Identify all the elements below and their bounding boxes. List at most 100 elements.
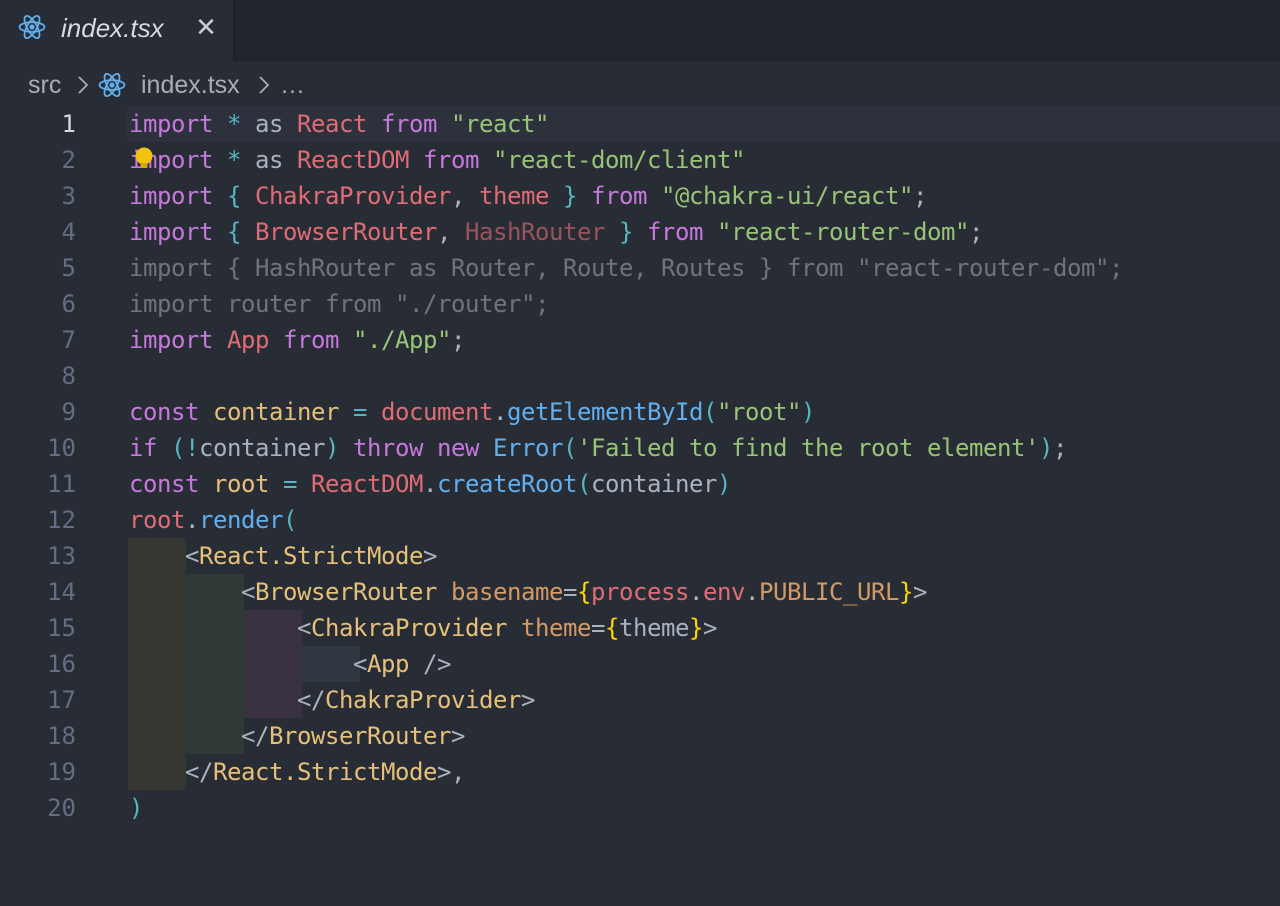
code-token: ( (283, 506, 297, 534)
code-token: createRoot (437, 470, 577, 498)
code-line[interactable]: if (!container) throw new Error('Failed … (129, 430, 1067, 466)
code-line[interactable]: import * as React from "react" (129, 106, 549, 142)
line-number: 10 (47, 434, 76, 462)
code-line[interactable]: <App /> (129, 646, 451, 682)
code-token: from (647, 218, 703, 246)
code-line[interactable]: import { HashRouter as Router, Route, Ro… (129, 250, 1123, 286)
code-token: basename (451, 578, 563, 606)
line-number: 18 (47, 722, 76, 750)
code-token: ChakraProvider (255, 182, 451, 210)
code-token: "react-dom/client" (493, 146, 745, 174)
code-token: ) (801, 398, 815, 426)
code-line[interactable]: </ChakraProvider> (129, 682, 535, 718)
code-token: BrowserRouter (255, 218, 437, 246)
line-number: 1 (61, 110, 76, 138)
code-token: ; (913, 182, 927, 210)
line-number: 8 (61, 362, 76, 390)
tab-label: index.tsx (61, 13, 164, 43)
code-token: App (367, 650, 409, 678)
code-token: < (297, 614, 311, 642)
code-token: from (423, 146, 479, 174)
code-token: React.StrictMode (213, 758, 437, 786)
code-token: render (199, 506, 283, 534)
code-line[interactable]: const container = document.getElementByI… (129, 394, 815, 430)
code-token: { (605, 614, 619, 642)
code-token: * (227, 146, 241, 174)
code-token: </ (297, 686, 325, 714)
line-number: 3 (61, 182, 76, 210)
code-token: ReactDOM (311, 470, 423, 498)
code-token: ) (1038, 434, 1053, 462)
code-line[interactable]: <BrowserRouter basename={process.env.PUB… (129, 574, 927, 610)
code-token: ) (717, 470, 731, 498)
code-line[interactable]: import App from "./App"; (129, 322, 465, 358)
code-token: React.StrictMode (199, 542, 423, 570)
code-token: { (227, 218, 241, 246)
line-number: 7 (61, 326, 76, 354)
code-line[interactable]: </BrowserRouter> (129, 718, 465, 754)
close-icon[interactable]: ✕ (194, 14, 218, 40)
code-token: = (353, 398, 367, 426)
code-token: as (241, 146, 297, 174)
code-token: ; (969, 218, 983, 246)
code-token: import { HashRouter as Router, Route, Ro… (129, 254, 1123, 282)
lightbulb-icon[interactable] (133, 146, 155, 172)
code-token: >, (437, 758, 465, 786)
code-token: theme (479, 182, 549, 210)
code-line[interactable]: <ChakraProvider theme={theme}> (129, 610, 717, 646)
code-token: { (227, 182, 241, 210)
breadcrumb-folder[interactable]: src (28, 70, 61, 100)
code-token: "@chakra-ui/react" (661, 182, 913, 210)
tab-bar: index.tsx ✕ (0, 0, 1280, 62)
code-token: import (129, 110, 213, 138)
code-token: } (619, 218, 633, 246)
code-token: ( (171, 434, 185, 462)
code-token: 'Failed to find the root element' (577, 434, 1039, 462)
line-number: 20 (47, 794, 76, 822)
code-token: = (563, 578, 577, 606)
breadcrumb-symbol[interactable]: … (280, 70, 305, 100)
code-line[interactable]: ) (129, 790, 143, 826)
code-token: ( (563, 434, 577, 462)
code-token: from (381, 110, 437, 138)
breadcrumb-file[interactable]: index.tsx (141, 70, 240, 100)
code-token: container (213, 398, 339, 426)
tab-index-tsx[interactable]: index.tsx ✕ (0, 0, 234, 62)
code-line[interactable]: </React.StrictMode>, (129, 754, 465, 790)
line-number: 17 (47, 686, 76, 714)
code-line[interactable]: <React.StrictMode> (129, 538, 437, 574)
code-line[interactable]: import router from "./router"; (129, 286, 549, 322)
code-token: "react-router-dom" (717, 218, 969, 246)
code-line[interactable]: import { BrowserRouter, HashRouter } fro… (129, 214, 983, 250)
code-line[interactable]: import { ChakraProvider, theme } from "@… (129, 178, 927, 214)
code-token: ( (577, 470, 591, 498)
code-token: "./App" (353, 326, 451, 354)
code-token: > (521, 686, 535, 714)
code-token: new (437, 434, 479, 462)
code-token: App (227, 326, 269, 354)
line-number: 16 (47, 650, 76, 678)
code-line[interactable]: root.render( (129, 502, 297, 538)
code-token: throw (353, 434, 423, 462)
code-line[interactable]: import * as ReactDOM from "react-dom/cli… (129, 142, 745, 178)
code-line[interactable]: const root = ReactDOM.createRoot(contain… (129, 466, 731, 502)
code-token: ChakraProvider (311, 614, 507, 642)
line-number: 4 (61, 218, 76, 246)
code-token: * (227, 110, 241, 138)
